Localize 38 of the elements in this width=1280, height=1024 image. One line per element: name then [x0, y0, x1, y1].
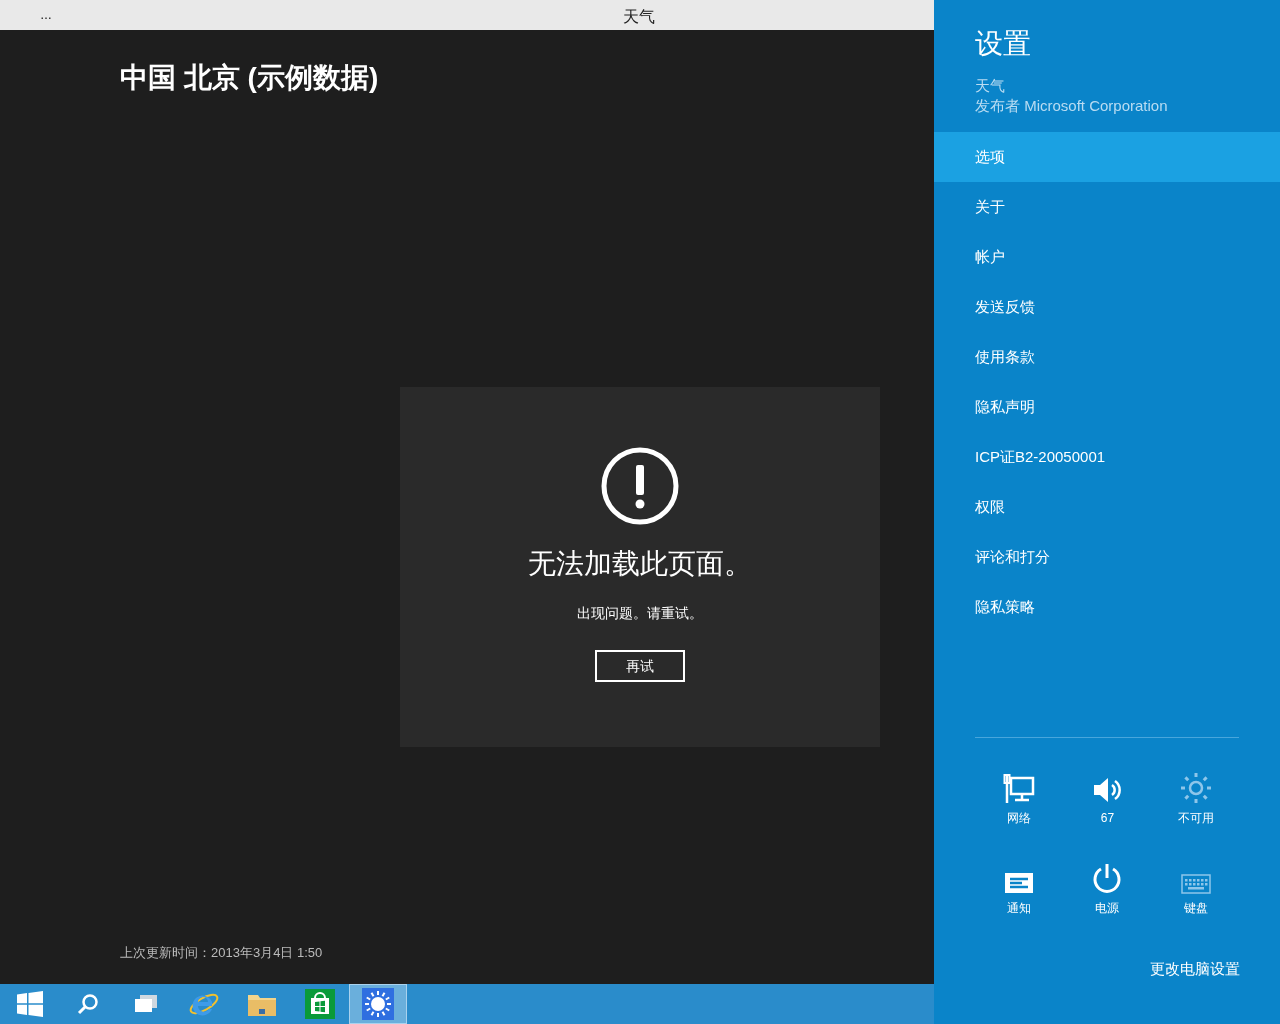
settings-item[interactable]: 使用条款 [934, 332, 1280, 382]
alert-icon [601, 447, 679, 526]
error-message: 出现问题。请重试。 [577, 604, 703, 624]
app-name: 天气 [975, 76, 1006, 96]
location-title: 中国 北京 (示例数据) [120, 64, 380, 92]
quick-setting[interactable]: 电源 [1063, 853, 1152, 914]
quick-setting[interactable]: 通知 [975, 853, 1064, 914]
settings-item[interactable]: 权限 [934, 482, 1280, 532]
sun-icon [1179, 771, 1212, 804]
settings-title: 设置 [975, 30, 1032, 58]
shopping-bag-icon [305, 989, 335, 1019]
publisher: 发布者 Microsoft Corporation [975, 96, 1169, 116]
power-icon [1092, 861, 1123, 894]
settings-item[interactable]: 隐私声明 [934, 382, 1280, 432]
quick-setting[interactable]: 网络 [975, 763, 1064, 824]
keyboard-icon [1180, 873, 1211, 894]
message-icon [1004, 871, 1035, 894]
menu-ellipsis[interactable]: … [40, 9, 52, 21]
taskbar-button[interactable] [349, 984, 407, 1024]
sun-icon [362, 988, 394, 1020]
search-icon [77, 993, 99, 1015]
retry-button[interactable]: 再试 [595, 650, 685, 683]
windows-logo-icon [17, 991, 43, 1017]
window-title: 天气 [623, 7, 655, 27]
settings-item[interactable]: 关于 [934, 182, 1280, 232]
last-updated: 上次更新时间：2013年3月4日 1:50 [120, 943, 324, 962]
settings-item[interactable]: ICP证B2-20050001 [934, 432, 1280, 482]
network-icon [1003, 773, 1036, 804]
settings-item[interactable]: 隐私策略 [934, 582, 1280, 632]
settings-item[interactable]: 帐户 [934, 232, 1280, 282]
quick-setting[interactable]: 67 [1063, 763, 1152, 824]
windows-icon [134, 994, 158, 1014]
settings-item[interactable]: 选项 [934, 132, 1280, 182]
error-title: 无法加载此页面。 [528, 547, 752, 582]
change-pc-settings-link[interactable]: 更改电脑设置 [1150, 957, 1240, 980]
settings-item[interactable]: 发送反馈 [934, 282, 1280, 332]
settings-item[interactable]: 评论和打分 [934, 532, 1280, 582]
speaker-icon [1092, 775, 1123, 804]
